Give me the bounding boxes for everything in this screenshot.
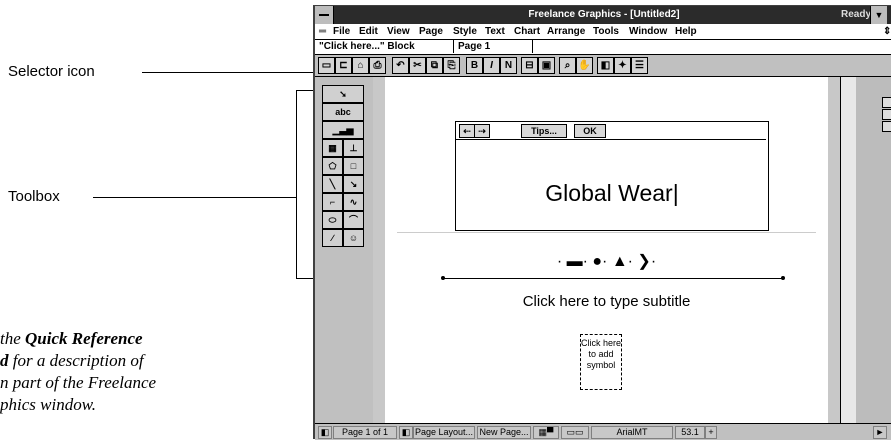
chart-tool-icon[interactable]: ▁▃▅ xyxy=(322,121,364,139)
screen-show-icon[interactable]: ⊟ xyxy=(521,57,538,74)
title-bar: Freelance Graphics - [Untitled2] Ready ▼ xyxy=(315,6,891,24)
menu-bar: ═ File Edit View Page Style Text Chart A… xyxy=(315,24,891,40)
menu-text[interactable]: Text xyxy=(485,26,505,37)
page-nav-icon[interactable]: ◧ xyxy=(318,426,332,439)
panel-button-3[interactable] xyxy=(882,121,891,132)
polyline-tool-icon[interactable]: ⌐ xyxy=(322,193,343,211)
work-area: ⇠ ⇢ Tips... OK Global Wear| · ▬· ●· ▲· ❯… xyxy=(373,77,840,423)
cut-icon[interactable]: ✂ xyxy=(409,57,426,74)
symbol-icon[interactable]: ✦ xyxy=(614,57,631,74)
layout-icon[interactable]: ◧ xyxy=(399,426,413,439)
open-file-icon[interactable]: ⊏ xyxy=(335,57,352,74)
print-icon[interactable]: ⎙ xyxy=(369,57,386,74)
font-name[interactable]: ArialMT xyxy=(591,426,673,439)
rectangle-tool-icon[interactable]: □ xyxy=(343,157,364,175)
menu-chart[interactable]: Chart xyxy=(514,26,540,37)
color-icon[interactable]: ▦▀ xyxy=(533,426,559,439)
status-bar: ◧ Page 1 of 1 ◧ Page Layout... New Page.… xyxy=(315,423,891,440)
line-end-dot-left xyxy=(441,276,445,280)
selector-icon[interactable]: ➘ xyxy=(322,85,364,103)
minimize-button[interactable]: ▼ xyxy=(870,6,887,24)
line-end-dot-right xyxy=(781,276,785,280)
selector-icon-callout: Selector icon xyxy=(8,63,95,80)
selection-indicator: "Click here..." Block xyxy=(319,41,415,52)
window-title: Freelance Graphics - [Untitled2] xyxy=(528,9,680,20)
chart-icon[interactable]: ◧ xyxy=(597,57,614,74)
normal-button[interactable]: N xyxy=(500,57,517,74)
org-chart-tool-icon[interactable]: ⊥ xyxy=(343,139,364,157)
doc-menu-button[interactable]: ═ xyxy=(319,26,326,37)
page-indicator[interactable]: Page 1 xyxy=(453,40,533,53)
smarticons-bar: ▭ ⊏ ⌂ ⎙ ↶ ✂ ⧉ ⎘ B I N ⊟ ▣ ⌕ ✋ ◧ ✦ ☰ xyxy=(315,55,891,77)
scroll-right-icon[interactable]: ► xyxy=(873,426,887,439)
menu-view[interactable]: View xyxy=(387,26,410,37)
side-note: the Quick Reference d for a description … xyxy=(0,329,157,414)
title-text-block[interactable]: ⇠ ⇢ Tips... OK Global Wear| xyxy=(455,121,769,231)
text-edit-strip: ⇠ ⇢ Tips... OK xyxy=(456,122,766,140)
freehand-tool-icon[interactable]: ∕ xyxy=(322,229,343,247)
subtitle-placeholder[interactable]: Click here to type subtitle xyxy=(385,293,828,310)
symbol-placeholder[interactable]: Click here to add symbol xyxy=(580,334,622,390)
menu-help[interactable]: Help xyxy=(675,26,697,37)
new-file-icon[interactable]: ▭ xyxy=(318,57,335,74)
font-size[interactable]: 53.1 xyxy=(675,426,705,439)
cursor-right-button[interactable]: ⇢ xyxy=(474,124,490,138)
bullets-icon[interactable]: ☰ xyxy=(631,57,648,74)
polygon-tool-icon[interactable]: ⬠ xyxy=(322,157,343,175)
toolbox-bracket-vertical xyxy=(296,90,297,279)
ellipse-tool-icon[interactable]: ⬭ xyxy=(322,211,343,229)
style-icon[interactable]: ▭▭ xyxy=(561,426,589,439)
menu-arrange[interactable]: Arrange xyxy=(547,26,585,37)
copy-icon[interactable]: ⧉ xyxy=(426,57,443,74)
hand-icon[interactable]: ✋ xyxy=(576,57,593,74)
panel-button-1[interactable] xyxy=(882,97,891,108)
curve-tool-icon[interactable]: ∿ xyxy=(343,193,364,211)
text-tool[interactable]: abc xyxy=(322,103,364,121)
menu-window[interactable]: Window xyxy=(629,26,667,37)
text-cursor: | xyxy=(672,180,679,206)
title-divider xyxy=(397,232,816,233)
table-tool-icon[interactable]: ▦ xyxy=(322,139,343,157)
tips-button[interactable]: Tips... xyxy=(521,124,567,138)
slide-title-text[interactable]: Global Wear| xyxy=(456,180,768,207)
line-tool-icon[interactable]: ╲ xyxy=(322,175,343,193)
page-layout-button[interactable]: Page Layout... xyxy=(413,426,475,439)
toolbox: ➘ abc ▁▃▅ ▦ ⊥ ⬠ □ ╲ ↘ ⌐ ∿ ⬭ ⌒ ∕ ☺ xyxy=(322,85,364,287)
italic-button[interactable]: I xyxy=(483,57,500,74)
zoom-icon[interactable]: ⌕ xyxy=(559,57,576,74)
toolbox-callout: Toolbox xyxy=(8,188,60,205)
menu-style[interactable]: Style xyxy=(453,26,477,37)
doc-restore-button[interactable]: ⇕ xyxy=(883,26,891,37)
menu-page[interactable]: Page xyxy=(419,26,443,37)
menu-file[interactable]: File xyxy=(333,26,350,37)
cursor-left-button[interactable]: ⇠ xyxy=(459,124,475,138)
app-window: Freelance Graphics - [Untitled2] Ready ▼… xyxy=(313,5,891,440)
info-bar: "Click here..." Block Page 1 xyxy=(315,40,891,55)
undo-icon[interactable]: ↶ xyxy=(392,57,409,74)
save-disk-icon[interactable]: ▣ xyxy=(538,57,555,74)
right-panel xyxy=(856,77,891,423)
arrow-tool-icon[interactable]: ↘ xyxy=(343,175,364,193)
save-icon[interactable]: ⌂ xyxy=(352,57,369,74)
selector-callout-line xyxy=(142,72,322,73)
new-page-button[interactable]: New Page... xyxy=(477,426,531,439)
size-up-icon[interactable]: + xyxy=(705,426,717,439)
ornament-shapes: · ▬· ●· ▲· ❯· xyxy=(556,253,657,270)
ok-button[interactable]: OK xyxy=(574,124,606,138)
slide-page[interactable]: ⇠ ⇢ Tips... OK Global Wear| · ▬· ●· ▲· ❯… xyxy=(385,77,828,423)
panel-button-2[interactable] xyxy=(882,109,891,120)
menu-edit[interactable]: Edit xyxy=(359,26,378,37)
paste-icon[interactable]: ⎘ xyxy=(443,57,460,74)
toolbox-callout-line xyxy=(93,197,296,198)
symbol-tool-icon[interactable]: ☺ xyxy=(343,229,364,247)
ready-indicator: Ready xyxy=(840,9,871,20)
vertical-scrollbar[interactable] xyxy=(840,77,856,423)
page-count: Page 1 of 1 xyxy=(333,426,397,439)
bold-button[interactable]: B xyxy=(466,57,483,74)
arc-tool-icon[interactable]: ⌒ xyxy=(343,211,364,229)
menu-tools[interactable]: Tools xyxy=(593,26,619,37)
decorative-line xyxy=(442,278,783,279)
